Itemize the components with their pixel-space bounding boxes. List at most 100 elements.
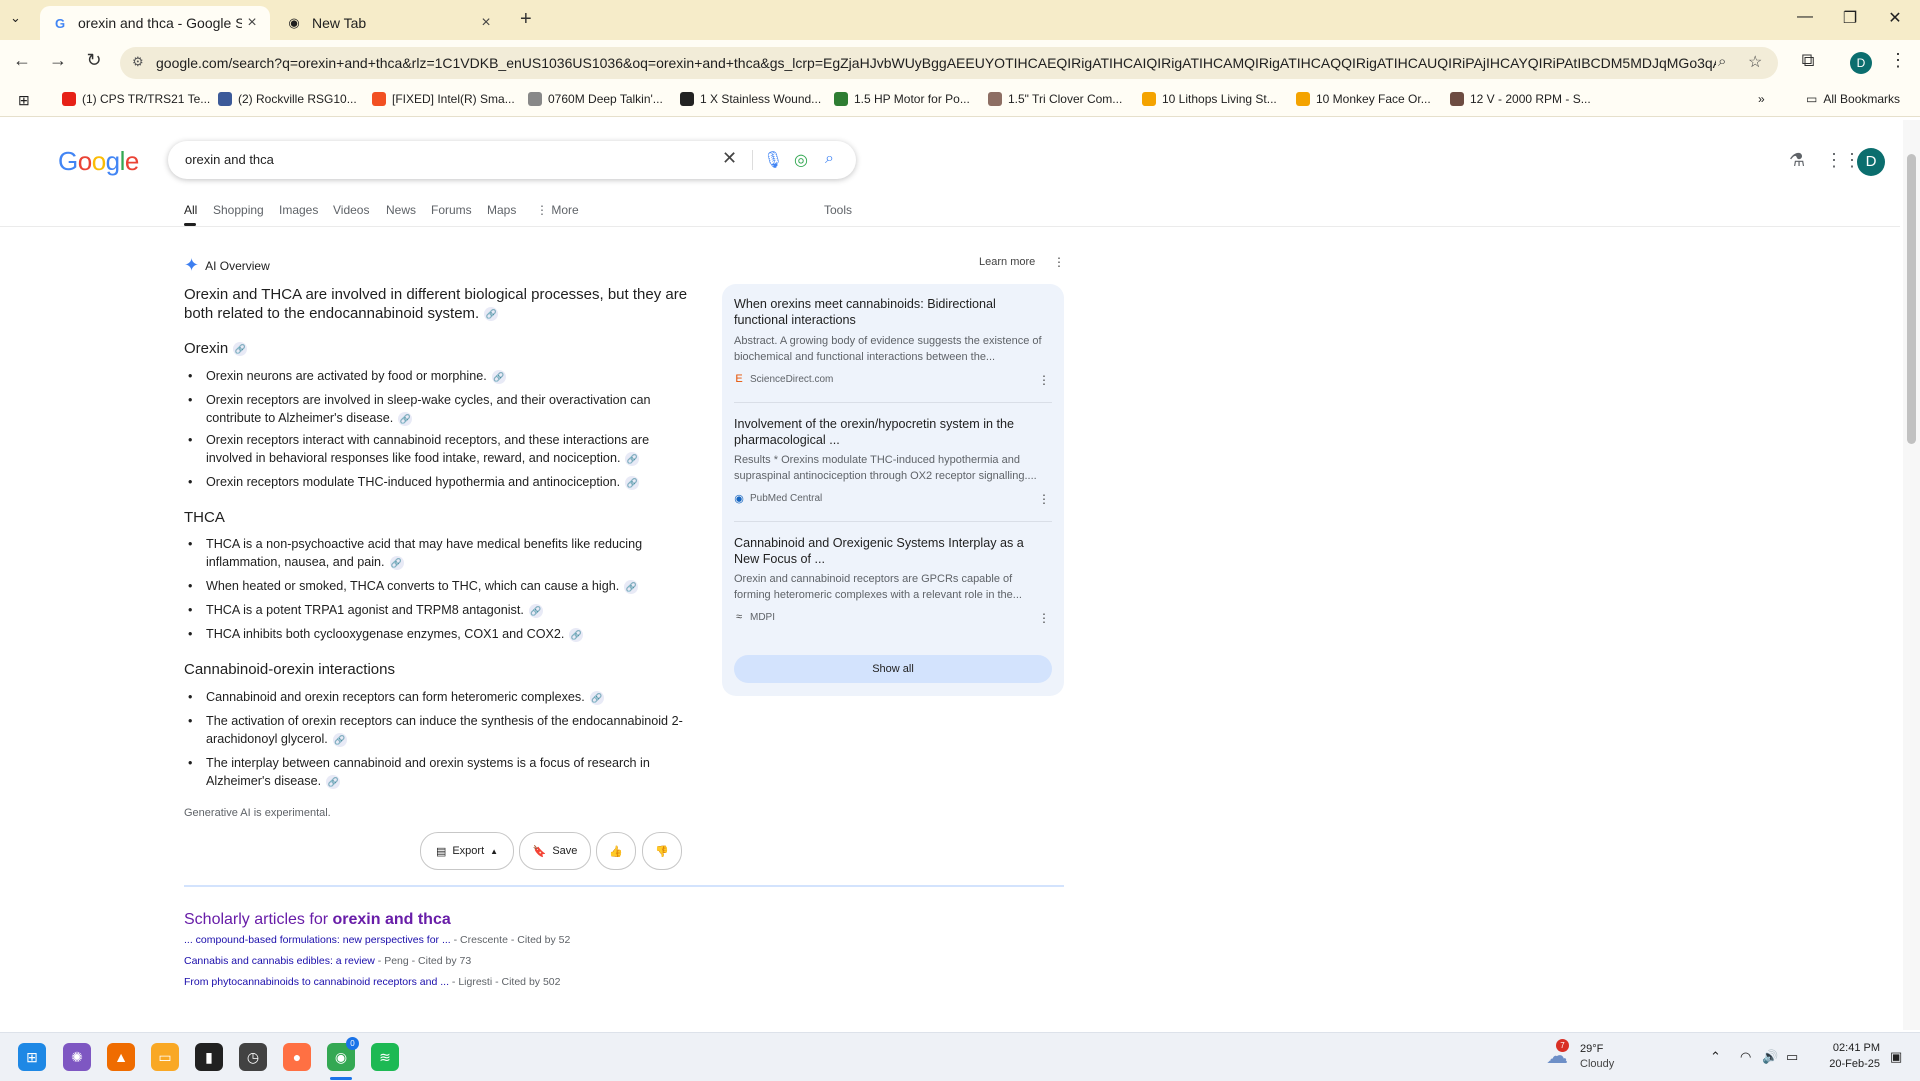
reload-icon[interactable]: ↻: [82, 50, 106, 71]
bookmark-item[interactable]: [FIXED] Intel(R) Sma...: [372, 92, 515, 106]
source-title[interactable]: Involvement of the orexin/hypocretin sys…: [734, 416, 1034, 448]
citation-link-icon[interactable]: 🔗: [625, 475, 640, 490]
profile-avatar[interactable]: D: [1850, 52, 1872, 74]
citation-link-icon[interactable]: 🔗: [625, 451, 640, 466]
all-bookmarks-button[interactable]: ▭ All Bookmarks: [1806, 92, 1900, 106]
clock-time[interactable]: 02:41 PM: [1826, 1042, 1880, 1054]
citation-link-icon[interactable]: 🔗: [484, 307, 499, 322]
site-info-icon[interactable]: ⚙: [132, 54, 144, 70]
search-input[interactable]: orexin and thca: [185, 152, 274, 167]
volume-icon[interactable]: 🔊: [1762, 1049, 1778, 1065]
bookmark-item[interactable]: 0760M Deep Talkin'...: [528, 92, 663, 106]
filter-news[interactable]: News: [386, 203, 416, 217]
citation-link-icon[interactable]: 🔗: [624, 579, 639, 594]
bookmark-item[interactable]: (1) CPS TR/TRS21 Te...: [62, 92, 210, 106]
source-site[interactable]: ≈ MDPI: [734, 611, 775, 623]
copilot-icon[interactable]: ✺: [63, 1043, 91, 1071]
source-title[interactable]: Cannabinoid and Orexigenic Systems Inter…: [734, 535, 1034, 567]
page-scrollbar[interactable]: [1903, 120, 1920, 1030]
account-avatar[interactable]: D: [1857, 148, 1885, 176]
citation-link-icon[interactable]: 🔗: [326, 774, 341, 789]
tab-new-tab[interactable]: ◉ New Tab ×: [274, 6, 504, 40]
scholarly-link[interactable]: Cannabis and cannabis edibles: a review: [184, 955, 375, 967]
search-icon[interactable]: ⌕: [825, 150, 834, 168]
bookmark-star-icon[interactable]: ☆: [1748, 52, 1762, 72]
url-text[interactable]: google.com/search?q=orexin+and+thca&rlz=…: [156, 55, 1716, 71]
ai-more-kebab-icon[interactable]: ⋮: [1053, 255, 1065, 269]
source-more-icon[interactable]: ⋮: [1038, 373, 1050, 387]
battery-icon[interactable]: ▭: [1786, 1049, 1798, 1065]
save-button[interactable]: 🔖 Save: [519, 832, 591, 870]
citation-link-icon[interactable]: 🔗: [233, 342, 248, 357]
scrollbar-thumb[interactable]: [1907, 154, 1916, 444]
learn-more-link[interactable]: Learn more: [979, 256, 1035, 268]
bookmark-item[interactable]: (2) Rockville RSG10...: [218, 92, 357, 106]
source-site[interactable]: ◉ PubMed Central: [734, 492, 822, 505]
apps-grid-icon[interactable]: ⋮⋮: [1825, 150, 1861, 171]
bookmark-item[interactable]: 1.5" Tri Clover Com...: [988, 92, 1122, 106]
zoom-search-icon[interactable]: ⌕: [1718, 53, 1726, 70]
apps-grid-icon[interactable]: ⊞: [18, 92, 30, 109]
google-logo[interactable]: Google: [58, 146, 139, 177]
new-tab-plus-icon[interactable]: +: [520, 8, 532, 31]
clock-date[interactable]: 20-Feb-25: [1822, 1058, 1880, 1070]
export-button[interactable]: ▤ Export ▲: [420, 832, 514, 870]
show-all-button[interactable]: Show all: [734, 655, 1052, 683]
menu-kebab-icon[interactable]: ⋮: [1886, 50, 1910, 71]
filter-videos[interactable]: Videos: [333, 203, 369, 217]
tab-close-icon[interactable]: ×: [476, 14, 496, 32]
search-box[interactable]: orexin and thca ✕ 🎙 ◎ ⌕: [168, 141, 856, 179]
citation-link-icon[interactable]: 🔗: [398, 411, 413, 426]
citation-link-icon[interactable]: 🔗: [528, 603, 543, 618]
tools-button[interactable]: Tools: [824, 203, 852, 217]
bookmarks-overflow-icon[interactable]: »: [1758, 92, 1765, 106]
labs-flask-icon[interactable]: ⚗: [1789, 150, 1805, 171]
weather-condition[interactable]: Cloudy: [1580, 1058, 1614, 1070]
mic-icon[interactable]: 🎙: [763, 150, 783, 170]
filter-more[interactable]: ⋮ More: [536, 203, 579, 217]
address-bar[interactable]: ⚙ google.com/search?q=orexin+and+thca&rl…: [120, 47, 1778, 79]
audio-app-icon[interactable]: ▮: [195, 1043, 223, 1071]
citation-link-icon[interactable]: 🔗: [491, 369, 506, 384]
filter-maps[interactable]: Maps: [487, 203, 516, 217]
bookmark-item[interactable]: 10 Monkey Face Or...: [1296, 92, 1431, 106]
start-windows-icon[interactable]: ⊞: [18, 1043, 46, 1071]
clock-app-icon[interactable]: ◷: [239, 1043, 267, 1071]
weather-temp[interactable]: 29°F: [1580, 1043, 1603, 1055]
tab-google-search[interactable]: G orexin and thca - Google Search ×: [40, 6, 270, 40]
tab-close-icon[interactable]: ×: [242, 14, 262, 32]
scholarly-articles-heading[interactable]: Scholarly articles for orexin and thca: [184, 911, 451, 929]
filter-forums[interactable]: Forums: [431, 203, 472, 217]
tray-chevron-up-icon[interactable]: ⌃: [1710, 1049, 1721, 1065]
scholarly-link[interactable]: ... compound-based formulations: new per…: [184, 934, 451, 946]
forward-arrow-icon[interactable]: →: [46, 50, 70, 71]
lens-icon[interactable]: ◎: [794, 150, 808, 170]
source-more-icon[interactable]: ⋮: [1038, 492, 1050, 506]
file-explorer-icon[interactable]: ▭: [151, 1043, 179, 1071]
bookmark-item[interactable]: 1.5 HP Motor for Po...: [834, 92, 970, 106]
citation-link-icon[interactable]: 🔗: [569, 627, 584, 642]
extensions-icon[interactable]: ⧉: [1796, 50, 1820, 71]
notifications-icon[interactable]: ▣: [1890, 1049, 1902, 1065]
filter-shopping[interactable]: Shopping: [213, 203, 264, 217]
scholarly-link[interactable]: From phytocannabinoids to cannabinoid re…: [184, 976, 449, 988]
wifi-icon[interactable]: ◠: [1740, 1049, 1751, 1065]
source-title[interactable]: When orexins meet cannabinoids: Bidirect…: [734, 296, 1034, 328]
spotify-icon[interactable]: ≋: [371, 1043, 399, 1071]
back-arrow-icon[interactable]: ←: [10, 50, 34, 71]
tab-search-icon[interactable]: ⌄: [10, 10, 21, 26]
citation-link-icon[interactable]: 🔗: [589, 690, 604, 705]
thumbs-down-button[interactable]: 👎: [642, 832, 682, 870]
minimize-icon[interactable]: —: [1785, 8, 1825, 26]
citation-link-icon[interactable]: 🔗: [332, 732, 347, 747]
source-more-icon[interactable]: ⋮: [1038, 611, 1050, 625]
filter-all[interactable]: All: [184, 203, 197, 217]
bookmark-item[interactable]: 10 Lithops Living St...: [1142, 92, 1277, 106]
restore-icon[interactable]: ❐: [1830, 8, 1870, 28]
bookmark-item[interactable]: 1 X Stainless Wound...: [680, 92, 821, 106]
firefox-icon[interactable]: ●: [283, 1043, 311, 1071]
clear-search-icon[interactable]: ✕: [722, 148, 737, 169]
thumbs-up-button[interactable]: 👍: [596, 832, 636, 870]
source-site[interactable]: E ScienceDirect.com: [734, 373, 833, 385]
window-close-icon[interactable]: ✕: [1875, 8, 1915, 28]
